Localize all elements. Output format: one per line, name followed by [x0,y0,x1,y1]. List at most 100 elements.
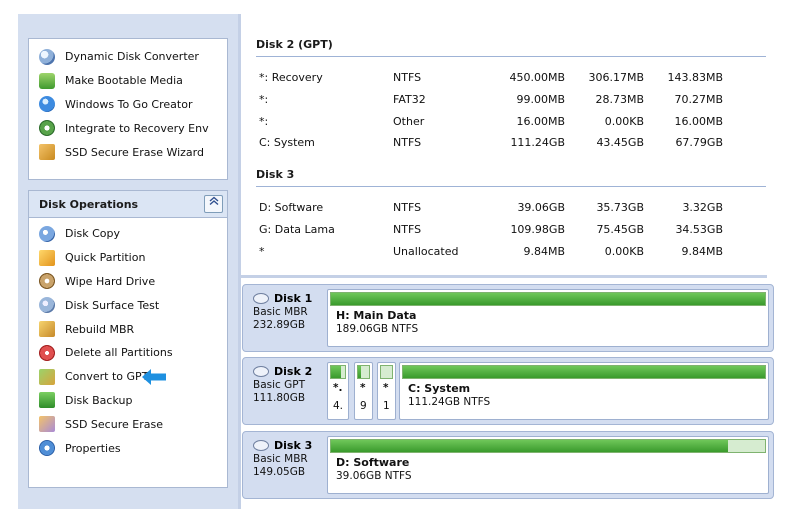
disk-copy-icon [39,225,55,242]
op-convert-to-gpt[interactable]: Convert to GPT [29,365,227,389]
partition-title: D: Software [336,456,410,469]
tool-label: Windows To Go Creator [65,97,193,111]
list-bottom-border [241,275,767,278]
partition-row[interactable]: *: Recovery NTFS 450.00MB 306.17MB 143.8… [241,71,781,91]
partition-list: Disk 2 (GPT) *: Recovery NTFS 450.00MB 3… [241,26,781,276]
partition-block[interactable]: * 9 [354,362,373,420]
tool-windows-to-go-creator[interactable]: Windows To Go Creator [29,93,227,117]
group-divider [256,186,766,187]
tool-label: Integrate to Recovery Env [65,121,209,135]
partition-capacity: 99.00MB [516,93,565,106]
partition-used: 0.00KB [604,115,644,128]
partition-block[interactable]: C: System 111.24GB NTFS [399,362,769,420]
partition-row[interactable]: *: Other 16.00MB 0.00KB 16.00MB [241,115,781,135]
op-disk-surface-test[interactable]: Disk Surface Test [29,293,227,317]
op-quick-partition[interactable]: Quick Partition [29,246,227,270]
partition-row[interactable]: * Unallocated 9.84MB 0.00KB 9.84MB [241,245,781,265]
partition-fs: Unallocated [393,245,459,258]
partition-free: 9.84MB [681,245,723,258]
tool-dynamic-disk-converter[interactable]: Dynamic Disk Converter [29,45,227,69]
partition-capacity: 109.98GB [510,223,565,236]
disk-info: Disk 1 Basic MBR 232.89GB [253,292,327,331]
tool-make-bootable-media[interactable]: Make Bootable Media [29,69,227,93]
disk-size: 149.05GB [253,466,306,478]
partition-name: *: [259,115,269,128]
partition-capacity: 39.06GB [517,201,565,214]
partition-detail: 39.06GB NTFS [336,470,412,482]
tool-ssd-secure-erase-wizard[interactable]: SSD Secure Erase Wizard [29,140,227,164]
partition-free: 16.00MB [674,115,723,128]
partition-fs: FAT32 [393,93,426,106]
partition-block[interactable]: * 1 [377,362,396,420]
chevron-up-icon [209,196,218,206]
partition-row[interactable]: G: Data Lama NTFS 109.98GB 75.45GB 34.53… [241,223,781,243]
disk-info: Disk 2 Basic GPT 111.80GB [253,365,327,404]
partition-title: H: Main Data [336,309,417,322]
partition-row[interactable]: D: Software NTFS 39.06GB 35.73GB 3.32GB [241,201,781,221]
partition-name: C: System [259,136,315,149]
op-disk-copy[interactable]: Disk Copy [29,222,227,246]
wipe-drive-icon [39,273,55,290]
tool-label: Make Bootable Media [65,74,183,88]
disk-card-1[interactable]: Disk 1 Basic MBR 232.89GB H: Main Data 1… [242,284,774,352]
disk-card-3[interactable]: Disk 3 Basic MBR 149.05GB D: Software 39… [242,431,774,499]
usage-bar [330,365,346,379]
collapse-button[interactable] [204,195,223,213]
op-ssd-secure-erase[interactable]: SSD Secure Erase [29,412,227,436]
partition-block[interactable]: *. 4. [327,362,349,420]
disk-size: 111.80GB [253,392,306,404]
partition-row[interactable]: *: FAT32 99.00MB 28.73MB 70.27MB [241,93,781,113]
disk-converter-icon [39,48,55,65]
delete-partitions-icon [39,344,55,361]
disk-name: Disk 1 [274,292,313,305]
rebuild-mbr-icon [39,321,55,338]
partition-free: 3.32GB [682,201,723,214]
op-wipe-hard-drive[interactable]: Wipe Hard Drive [29,270,227,294]
partition-name: * [259,245,265,258]
partition-fs: NTFS [393,136,422,149]
partition-used: 35.73GB [596,201,644,214]
partition-block[interactable]: D: Software 39.06GB NTFS [327,436,769,494]
disk-name-row: Disk 1 [253,292,327,305]
partition-block[interactable]: H: Main Data 189.06GB NTFS [327,289,769,347]
disk-name-row: Disk 3 [253,439,327,452]
ssd-icon [39,144,55,161]
disk-backup-icon [39,392,55,409]
op-label: Wipe Hard Drive [65,274,156,288]
tool-label: SSD Secure Erase Wizard [65,145,204,159]
disk-group-title: Disk 3 [256,168,295,181]
properties-icon [39,440,55,457]
op-properties[interactable]: Properties [29,436,227,460]
disk-info: Disk 3 Basic MBR 149.05GB [253,439,327,478]
disk-name-row: Disk 2 [253,365,327,378]
partition-name: *: Recovery [259,71,323,84]
disk-card-2[interactable]: Disk 2 Basic GPT 111.80GB *. 4. * 9 * 1 … [242,357,774,425]
op-disk-backup[interactable]: Disk Backup [29,389,227,413]
usage-fill [331,440,729,452]
partition-row[interactable]: C: System NTFS 111.24GB 43.45GB 67.79GB [241,136,781,156]
op-label: SSD Secure Erase [65,417,163,431]
disk-group-title: Disk 2 (GPT) [256,38,333,51]
partition-name: D: Software [259,201,324,214]
partition-name: G: Data Lama [259,223,335,236]
op-label: Rebuild MBR [65,322,135,336]
disk-icon [253,366,269,377]
partition-used: 28.73MB [595,93,644,106]
usage-bar [380,365,393,379]
partition-detail: 111.24GB NTFS [408,396,491,408]
op-rebuild-mbr[interactable]: Rebuild MBR [29,317,227,341]
partition-free: 70.27MB [674,93,723,106]
partition-capacity: 16.00MB [516,115,565,128]
op-delete-all-partitions[interactable]: Delete all Partitions [29,341,227,365]
op-label: Convert to GPT [65,370,149,384]
disk-operations-header: Disk Operations [29,191,227,218]
usage-bar [330,439,766,453]
usage-fill [331,366,341,378]
partition-detail: 4. [333,400,344,412]
tool-integrate-recovery-env[interactable]: Integrate to Recovery Env [29,116,227,140]
group-divider [256,56,766,57]
globe-icon [39,96,55,113]
partition-fs: NTFS [393,223,422,236]
partition-used: 306.17MB [588,71,644,84]
op-label: Disk Backup [65,393,133,407]
